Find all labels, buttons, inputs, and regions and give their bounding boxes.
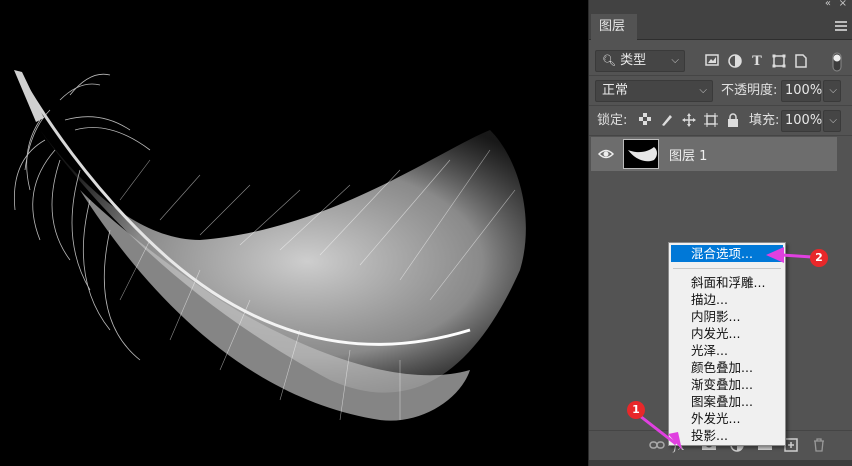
filter-type-icon[interactable]: T [749,54,765,70]
lock-label: 锁定: [597,113,628,128]
menu-item-stroke[interactable]: 描边... [671,291,783,308]
menu-item-gradient-overlay[interactable]: 渐变叠加... [671,376,783,393]
filter-shape-icon[interactable] [771,54,787,70]
trash-icon[interactable] [811,438,827,454]
filter-toggle-icon[interactable] [829,52,845,72]
filter-row: 🔍︎ 类型 ⌵ T [589,46,852,76]
filter-kind-dropdown[interactable]: 🔍︎ 类型 ⌵ [595,50,685,72]
search-icon: 🔍︎ [602,54,616,67]
chevron-down-icon: ⌵ [699,85,707,96]
menu-item-blending-options[interactable]: 混合选项... [671,245,783,262]
layer-name[interactable]: 图层 1 [669,145,707,164]
blend-row: 正常 ⌵ 不透明度: 100% ⌵ [589,76,852,106]
menu-item-pattern-overlay[interactable]: 图案叠加... [671,393,783,410]
lock-artboard-icon[interactable] [703,113,719,129]
menu-item-inner-shadow[interactable]: 内阴影... [671,308,783,325]
menu-item-drop-shadow[interactable]: 投影... [671,427,783,444]
panel-tab-bar: 图层 [589,12,852,40]
opacity-label: 不透明度: [721,83,778,98]
menu-item-bevel-emboss[interactable]: 斜面和浮雕... [671,274,783,291]
close-panel-icon[interactable]: × [839,0,847,9]
chevron-down-icon: ⌵ [671,55,679,66]
annotation-badge-2: 2 [810,249,828,267]
menu-item-inner-glow[interactable]: 内发光... [671,325,783,342]
filter-pixel-icon[interactable] [704,54,720,70]
layer-row[interactable]: 图层 1 [591,137,837,171]
chevron-down-icon: ⌵ [829,115,837,126]
collapse-panel-icon[interactable]: « [825,0,831,9]
lock-image-pixels-icon[interactable] [659,113,675,129]
feather-image [14,70,526,421]
lock-position-icon[interactable] [681,113,697,129]
lock-transparent-pixels-icon[interactable] [637,113,653,129]
lock-all-icon[interactable] [725,113,741,129]
panel-top-strip: « × [589,0,852,12]
menu-item-satin[interactable]: 光泽... [671,342,783,359]
opacity-input[interactable]: 100% [781,80,822,102]
blend-mode-dropdown[interactable]: 正常 ⌵ [595,80,713,102]
document-canvas[interactable] [0,0,588,466]
layer-style-context-menu: 混合选项... 斜面和浮雕... 描边... 内阴影... 内发光... 光泽.… [668,242,786,446]
link-layers-icon[interactable] [649,438,665,454]
panel-bottom-edge [589,460,852,466]
filter-smart-object-icon[interactable] [793,54,809,70]
menu-separator [673,268,781,269]
opacity-dropdown-button[interactable]: ⌵ [823,80,841,102]
panel-menu-icon[interactable] [835,21,847,31]
fill-label: 填充: [749,113,780,128]
chevron-down-icon: ⌵ [829,85,837,96]
eye-icon[interactable] [597,146,615,162]
menu-item-color-overlay[interactable]: 颜色叠加... [671,359,783,376]
fill-dropdown-button[interactable]: ⌵ [823,110,841,132]
tab-layers[interactable]: 图层 [591,14,637,40]
layer-thumbnail[interactable] [623,139,659,169]
menu-item-outer-glow[interactable]: 外发光... [671,410,783,427]
filter-adjustment-icon[interactable] [727,54,743,70]
filter-kind-label: 类型 [620,53,647,68]
lock-row: 锁定: 填充: 100% ⌵ [589,106,852,136]
fill-input[interactable]: 100% [781,110,822,132]
annotation-badge-1: 1 [627,401,645,419]
blend-mode-value: 正常 [602,83,629,98]
